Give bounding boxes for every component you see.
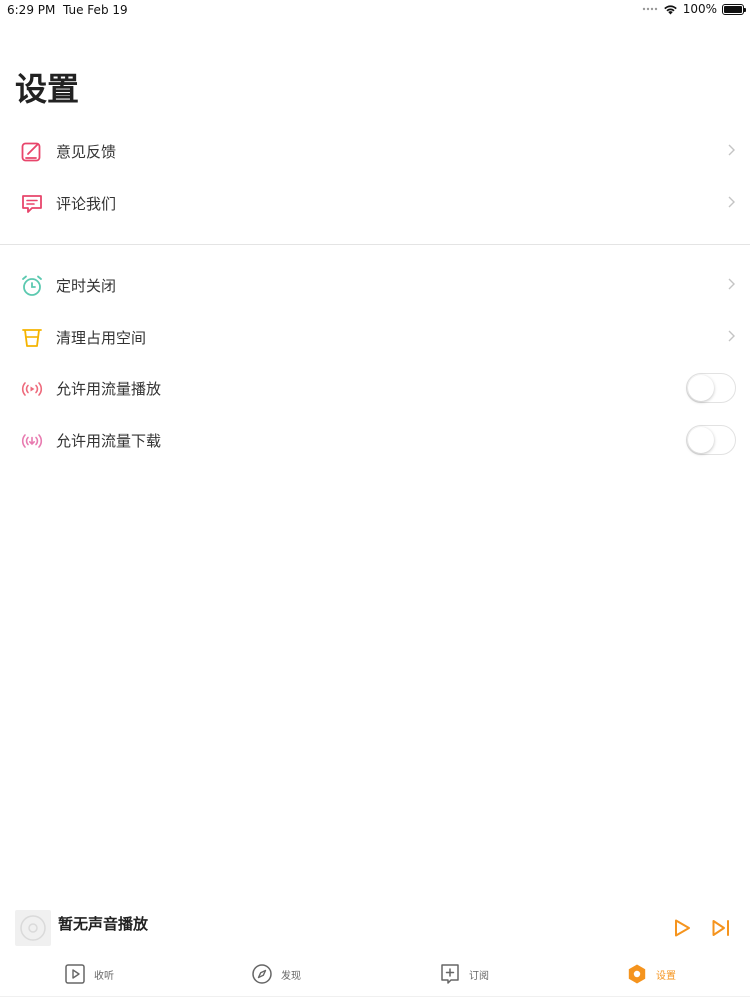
tab-label: 发现 [281, 970, 301, 982]
settings-row-label: 定时关闭 [56, 277, 117, 295]
page-title: 设置 [15, 70, 80, 108]
chevron-right-icon [728, 144, 735, 156]
settings-row-label: 允许用流量播放 [56, 380, 162, 398]
tab-subscribe[interactable]: 订阅 [439, 962, 489, 986]
next-button[interactable] [711, 918, 731, 938]
cellular-play-icon [21, 382, 43, 396]
tab-label: 订阅 [469, 970, 489, 982]
settings-row-cellular-play: 允许用流量播放 [0, 363, 750, 415]
chevron-right-icon [728, 278, 735, 290]
settings-row-label: 意见反馈 [56, 143, 117, 161]
play-square-icon [65, 964, 85, 984]
settings-row-sleep-timer[interactable]: 定时关闭 [0, 260, 750, 312]
tab-bar: 收听 发现 订阅 设置 [0, 952, 750, 996]
tab-settings[interactable]: 设置 [626, 962, 676, 986]
settings-row-clear-cache[interactable]: 清理占用空间 [0, 312, 750, 364]
section-divider [0, 244, 750, 245]
settings-row-label: 允许用流量下载 [56, 432, 162, 450]
chevron-right-icon [728, 196, 735, 208]
trash-bin-icon [22, 329, 42, 347]
disc-icon [20, 915, 46, 941]
toggle-knob [688, 375, 714, 401]
status-bar: 6:29 PM Tue Feb 19 100% [0, 0, 750, 20]
comment-icon [22, 195, 42, 213]
tab-listen[interactable]: 收听 [64, 962, 114, 986]
cellular-play-toggle[interactable] [686, 373, 736, 403]
settings-row-label: 评论我们 [56, 195, 117, 213]
compass-icon [252, 964, 272, 984]
home-indicator-area [0, 996, 750, 1000]
now-playing-title: 暂无声音播放 [58, 915, 149, 933]
tab-label: 设置 [656, 970, 676, 982]
status-time: 6:29 PM [7, 3, 56, 17]
cellular-download-icon [21, 434, 43, 448]
settings-hexagon-icon [628, 964, 646, 984]
tab-discover[interactable]: 发现 [251, 962, 301, 986]
status-indicators: 100% [642, 2, 746, 16]
mini-player[interactable]: 暂无声音播放 [0, 900, 750, 952]
add-square-icon [441, 964, 459, 984]
feedback-edit-icon [21, 142, 41, 162]
settings-row-label: 清理占用空间 [56, 329, 147, 347]
play-button[interactable] [672, 918, 692, 938]
settings-row-feedback[interactable]: 意见反馈 [0, 126, 750, 178]
chevron-right-icon [728, 330, 735, 342]
tab-label: 收听 [94, 970, 114, 982]
settings-row-cellular-download: 允许用流量下载 [0, 415, 750, 467]
cellular-signal-icon [642, 7, 657, 11]
alarm-clock-icon [22, 275, 42, 296]
battery-percent: 100% [682, 2, 717, 16]
battery-icon [722, 3, 746, 15]
toggle-knob [688, 427, 714, 453]
album-cover [15, 910, 51, 946]
status-date: Tue Feb 19 [63, 3, 128, 17]
settings-row-review[interactable]: 评论我们 [0, 178, 750, 230]
wifi-icon [663, 4, 677, 14]
cellular-download-toggle[interactable] [686, 425, 736, 455]
